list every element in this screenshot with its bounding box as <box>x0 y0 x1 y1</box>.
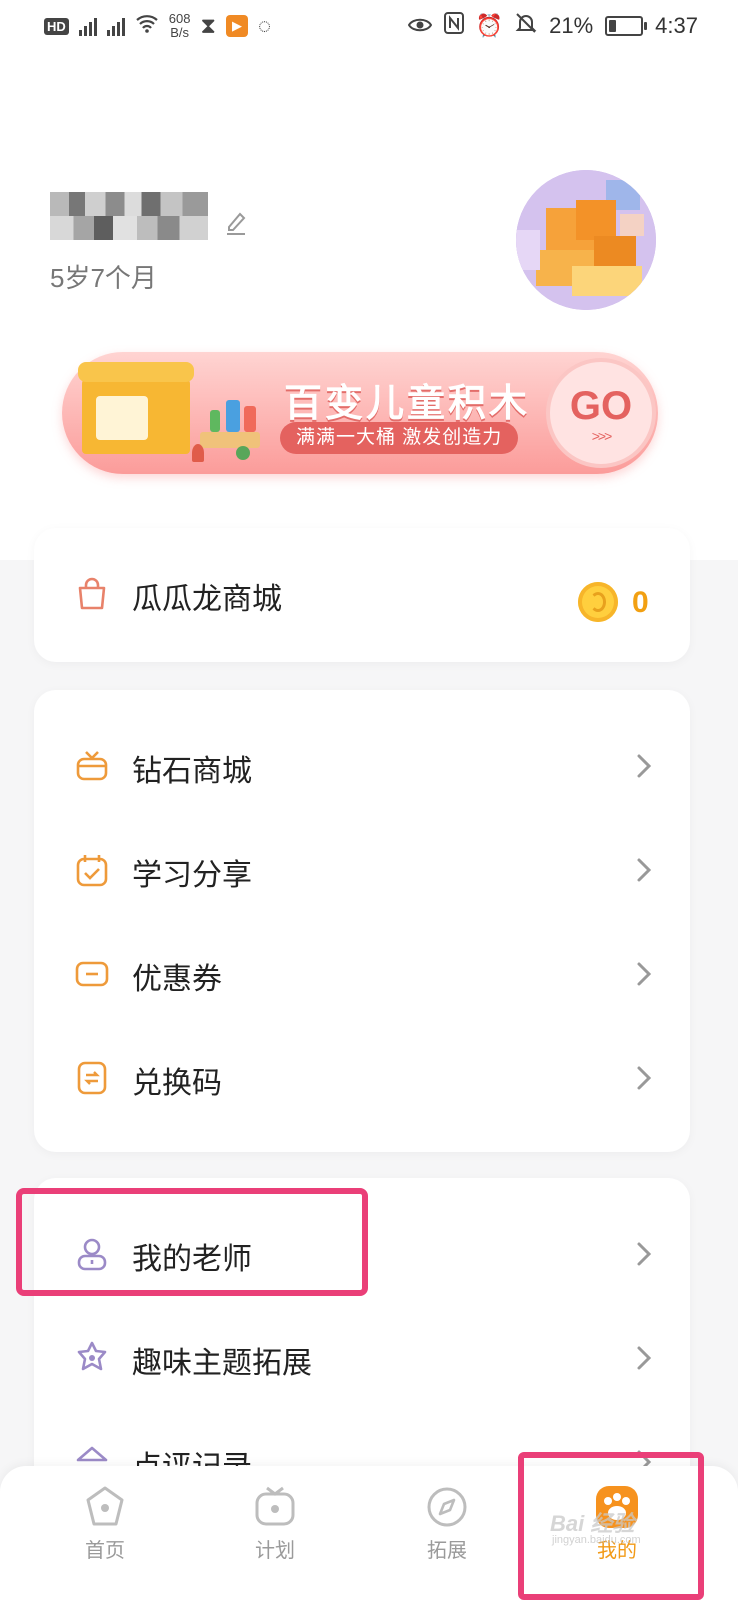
highlight-box-mine-tab <box>518 1452 704 1600</box>
menu-item-redeem-code[interactable]: 兑换码 <box>34 1026 690 1130</box>
redeem-code-icon <box>77 1061 107 1095</box>
highlight-box-my-teacher <box>16 1188 368 1296</box>
menu-item-label: 钻石商城 <box>132 755 252 788</box>
menu-item-label: 学习分享 <box>132 859 252 892</box>
promo-banner[interactable]: 百变儿童积木 满满一大桶 激发创造力 GO >>> <box>62 352 658 474</box>
chevron-right-icon <box>637 962 652 986</box>
username-blurred <box>50 192 208 240</box>
mall-row[interactable]: 瓜瓜龙商城 0 <box>34 542 690 646</box>
alarm-icon: ⏰ <box>475 13 504 38</box>
battery-icon <box>605 16 648 36</box>
network-speed: 608 B/s <box>168 11 191 40</box>
hd-badge: HD <box>44 17 69 35</box>
signal-4g-icon <box>106 16 125 36</box>
coin-icon <box>578 582 618 622</box>
calendar-check-icon <box>76 855 108 887</box>
chevron-right-icon <box>637 1346 652 1370</box>
mute-bell-icon <box>515 12 537 40</box>
flower-icon <box>77 1341 107 1371</box>
tab-label: 计划 <box>255 1540 295 1562</box>
menu-item-coupon[interactable]: 优惠券 <box>34 922 690 1026</box>
avatar[interactable] <box>516 170 656 310</box>
child-age: 5岁7个月 <box>50 263 157 293</box>
status-bar: HD 608 B/s ⧗ ▶ ◌ ⏰ 21% 4:37 <box>0 0 738 50</box>
building-blocks-image <box>192 392 272 462</box>
tab-home[interactable]: 首页 <box>30 1466 180 1600</box>
mall-label: 瓜瓜龙商城 <box>132 583 282 616</box>
go-arrows-icon: >>> <box>591 428 613 444</box>
tab-plan[interactable]: 计划 <box>200 1466 350 1600</box>
banner-go-button[interactable]: GO >>> <box>546 358 656 468</box>
shopping-bag-icon <box>78 577 106 610</box>
chevron-right-icon <box>637 754 652 778</box>
tab-label: 首页 <box>85 1540 125 1562</box>
coupon-icon <box>75 961 109 987</box>
tab-label: 拓展 <box>427 1540 467 1562</box>
signal-icon <box>78 16 97 36</box>
home-icon <box>86 1486 124 1526</box>
tv-plan-icon <box>255 1486 295 1526</box>
coin-count: 0 <box>632 586 649 619</box>
nfc-icon <box>443 12 464 40</box>
chevron-right-icon <box>637 1242 652 1266</box>
chevron-right-icon <box>637 858 652 882</box>
menu-item-label: 趣味主题拓展 <box>132 1347 312 1380</box>
toy-bucket-image <box>78 362 194 454</box>
menu-card-1: 钻石商城 学习分享 优惠券 兑换码 <box>34 690 690 1152</box>
menu-item-diamond-shop[interactable]: 钻石商城 <box>34 714 690 818</box>
banner-subtitle: 满满一大桶 激发创造力 <box>280 422 519 454</box>
tab-explore[interactable]: 拓展 <box>372 1466 522 1600</box>
diamond-shop-icon <box>76 751 108 781</box>
eye-icon <box>407 13 432 39</box>
compass-icon <box>427 1487 467 1527</box>
hourglass-icon: ⧗ <box>200 13 216 38</box>
menu-item-learning-share[interactable]: 学习分享 <box>34 818 690 922</box>
menu-item-label: 兑换码 <box>132 1067 222 1100</box>
edit-name-icon[interactable] <box>224 210 248 241</box>
video-app-icon: ▶ <box>225 15 248 37</box>
clock: 4:37 <box>655 13 698 38</box>
go-label: GO <box>569 384 633 428</box>
chevron-right-icon <box>637 1066 652 1090</box>
mall-card: 瓜瓜龙商城 0 <box>34 528 690 662</box>
loading-circle-icon: ◌ <box>257 13 272 38</box>
banner-title: 百变儿童积木 <box>284 383 531 425</box>
battery-percent: 21% <box>549 13 594 38</box>
wifi-icon <box>135 13 159 39</box>
menu-item-label: 优惠券 <box>132 963 222 996</box>
menu-item-theme-extension[interactable]: 趣味主题拓展 <box>34 1306 690 1410</box>
